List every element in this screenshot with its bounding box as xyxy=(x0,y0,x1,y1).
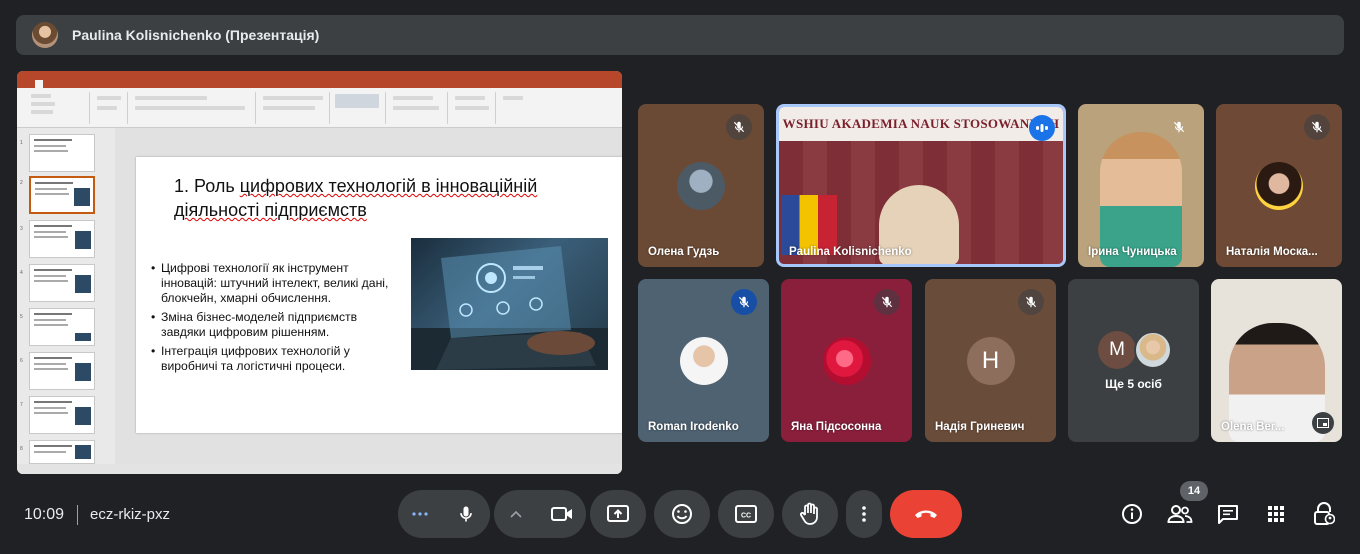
participant-avatar xyxy=(679,337,728,385)
participant-avatar xyxy=(677,162,725,210)
more-options-button[interactable] xyxy=(846,490,882,538)
slide-title-part: 1. Роль xyxy=(174,176,240,196)
participant-avatar xyxy=(1255,162,1303,210)
closed-captions-icon: CC xyxy=(735,505,757,523)
participant-name: Roman Irodenko xyxy=(648,421,739,433)
mic-off-icon xyxy=(731,289,757,315)
mic-off-icon xyxy=(1166,114,1192,140)
chevron-up-icon xyxy=(510,510,522,518)
participant-name: Яна Підсосонна xyxy=(791,421,882,433)
present-screen-button[interactable] xyxy=(590,490,646,538)
people-icon xyxy=(1167,505,1193,523)
participant-tile-olena-hudz[interactable]: Олена Гудзь xyxy=(638,104,764,267)
microphone-button[interactable] xyxy=(442,490,490,538)
chat-icon xyxy=(1218,505,1238,524)
more-video-options-button[interactable] xyxy=(494,510,538,518)
participant-tile-paulina-kolisnichenko[interactable]: WSHIU AKADEMIA NAUK STOSOWANYCH Paulina … xyxy=(776,104,1066,267)
mic-off-icon xyxy=(1304,114,1330,140)
slide-bullet: Цифрові технології як інструмент інновац… xyxy=(151,261,401,306)
slide-thumbnail-selected[interactable] xyxy=(29,176,95,214)
participant-tile-roman-irodenko[interactable]: Roman Irodenko xyxy=(638,279,769,442)
participant-initial-avatar: М xyxy=(1098,331,1136,369)
hand-icon xyxy=(799,502,818,525)
meeting-clock: 10:09 xyxy=(24,506,65,523)
slide-thumbnail[interactable] xyxy=(29,352,95,390)
slide-thumbnail-panel[interactable]: 1 2 3 4 5 6 7 8 xyxy=(17,128,115,464)
activities-button[interactable] xyxy=(1260,500,1292,528)
presenter-bar: Paulina Kolisnichenko (Презентація) xyxy=(16,15,1344,55)
slide-thumbnail[interactable] xyxy=(29,134,95,172)
participant-name: Paulina Kolisnichenko xyxy=(789,246,912,258)
chat-button[interactable] xyxy=(1212,500,1244,528)
reactions-button[interactable] xyxy=(654,490,710,538)
videocam-icon xyxy=(551,507,572,521)
powerpoint-ribbon xyxy=(17,88,622,128)
more-audio-options-button[interactable] xyxy=(398,490,442,538)
participant-tile-olena-ber[interactable]: Olena Ber... xyxy=(1211,279,1342,442)
slide-bullet-list: Цифрові технології як інструмент інновац… xyxy=(151,261,401,378)
slide-thumbnail[interactable] xyxy=(29,220,95,258)
participant-name: Олена Гудзь xyxy=(648,246,720,258)
mic-control-group xyxy=(398,490,490,538)
camera-control-group xyxy=(494,490,586,538)
slide-laptop-image xyxy=(411,238,608,370)
lock-person-icon xyxy=(1314,502,1335,525)
slide-bullet: Інтеграція цифрових технологій у виробни… xyxy=(151,344,401,374)
participant-tile-nadiia-hrynevych[interactable]: Н Надія Гриневич xyxy=(925,279,1056,442)
mic-off-icon xyxy=(1018,289,1044,315)
slide-title: 1. Роль цифрових технологій в інноваційн… xyxy=(174,174,604,222)
participant-avatar xyxy=(822,337,871,385)
participant-name: Надія Гриневич xyxy=(935,421,1025,433)
camera-button[interactable] xyxy=(538,505,586,523)
more-people-label: Ще 5 осіб xyxy=(1105,377,1162,391)
participant-tile-iryna-chunytska[interactable]: Ірина Чуницька xyxy=(1078,104,1204,267)
wshiu-banner: WSHIU AKADEMIA NAUK STOSOWANYCH xyxy=(779,107,1063,141)
people-count-badge: 14 xyxy=(1180,481,1208,501)
call-end-icon xyxy=(915,510,937,518)
participant-name: Наталія Моска... xyxy=(1226,246,1318,258)
raise-hand-button[interactable] xyxy=(782,490,838,538)
slide-thumbnail[interactable] xyxy=(29,264,95,302)
shared-presentation[interactable]: 1 2 3 4 5 6 7 8 1. Роль цифрових техноло… xyxy=(17,71,622,474)
slide-title-highlight: цифрових технологій в інноваційній xyxy=(239,176,538,196)
participant-tile-more-people[interactable]: М Ще 5 осіб xyxy=(1068,279,1199,442)
presenter-title: Paulina Kolisnichenko (Презентація) xyxy=(72,27,320,43)
people-button[interactable] xyxy=(1164,500,1196,528)
mic-off-icon xyxy=(874,289,900,315)
meeting-details-button[interactable] xyxy=(1116,500,1148,528)
speaking-indicator-icon xyxy=(1029,115,1055,141)
captions-button[interactable]: CC xyxy=(718,490,774,538)
slide-title-line2: діяльності підприємств xyxy=(174,200,367,220)
powerpoint-ribbon-tabs xyxy=(17,80,622,88)
participant-initial-avatar: Н xyxy=(966,337,1015,385)
svg-text:CC: CC xyxy=(741,513,751,520)
slide-thumbnail[interactable] xyxy=(29,308,95,346)
participant-tile-nataliia-moska[interactable]: Наталія Моска... xyxy=(1216,104,1342,267)
apps-grid-icon xyxy=(1268,506,1284,522)
pip-icon[interactable] xyxy=(1312,412,1334,434)
powerpoint-titlebar xyxy=(17,71,622,80)
participant-name: Ірина Чуницька xyxy=(1088,246,1177,258)
presenter-avatar xyxy=(32,22,58,48)
slide-bullet: Зміна бізнес-моделей підприємств завдяки… xyxy=(151,310,401,340)
meeting-code: ecz-rkiz-pxz xyxy=(90,506,171,523)
current-slide: 1. Роль цифрових технологій в інноваційн… xyxy=(136,157,622,433)
slide-editing-canvas[interactable]: 1. Роль цифрових технологій в інноваційн… xyxy=(115,128,622,464)
leave-call-button[interactable] xyxy=(890,490,962,538)
slide-thumbnail[interactable] xyxy=(29,440,95,464)
host-controls-button[interactable] xyxy=(1308,500,1340,528)
mic-off-icon xyxy=(726,114,752,140)
microphone-icon xyxy=(460,506,472,522)
divider xyxy=(77,505,78,525)
participant-name: Olena Ber... xyxy=(1221,421,1285,433)
participant-avatar xyxy=(1134,331,1172,369)
participant-tile-yana-pidsosonna[interactable]: Яна Підсосонна xyxy=(781,279,912,442)
info-icon xyxy=(1122,504,1142,524)
powerpoint-statusbar xyxy=(17,464,622,474)
more-vert-icon xyxy=(862,506,866,522)
slide-thumbnail[interactable] xyxy=(29,396,95,434)
emoji-icon xyxy=(672,504,692,524)
present-to-all-icon xyxy=(607,505,629,522)
